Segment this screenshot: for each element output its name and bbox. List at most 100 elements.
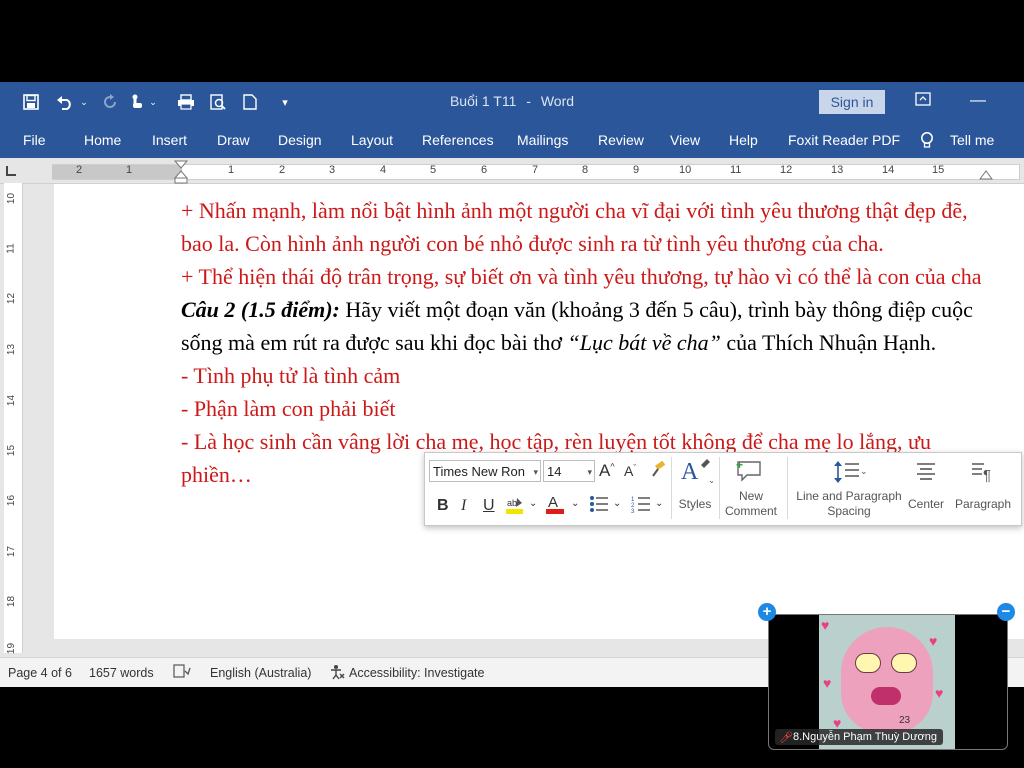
highlight-icon[interactable]: ab [505,495,525,520]
tab-help[interactable]: Help [729,132,758,148]
svg-text:A: A [681,459,699,485]
numbering-icon[interactable]: 123 [631,495,651,518]
vruler-mark: 16 [6,494,18,507]
paragraph-label[interactable]: Paragraph [951,497,1015,512]
tab-references[interactable]: References [422,132,494,148]
pink-panther-avatar [841,627,933,733]
document-paragraph[interactable]: + Thể hiện thái độ trân trọng, sự biết ơ… [181,260,1001,293]
styles-icon[interactable]: A ⌄ [679,457,716,492]
chevron-down-icon[interactable]: ⌄ [571,498,579,509]
answer-line[interactable]: - Tình phụ tử là tình cảm [181,359,1001,392]
underline-icon[interactable]: U [483,497,495,515]
ruler-mark: 1 [126,164,133,176]
ruler-mark: 9 [633,164,640,176]
video-tile[interactable]: ♥ ♥ ♥ ♥ ♥ 23 🎤︎ 8.Nguyễn Phạm Thuỳ Dương [768,614,1008,750]
ruler-mark: 15 [932,164,945,176]
font-name-value: Times New Ron [433,464,525,479]
horizontal-ruler: 2 1 1 2 3 4 5 6 7 8 9 10 11 12 13 14 15 [0,159,1024,184]
format-painter-icon[interactable] [649,460,667,484]
title-separator: - [526,93,531,109]
svg-text:⌄: ⌄ [708,475,713,485]
font-size-field[interactable]: 14 ▾ [543,460,595,482]
paragraph-icon[interactable]: ¶ [970,461,994,488]
document-body[interactable]: + Nhấn mạnh, làm nổi bật hình ảnh một ng… [181,194,1001,491]
participant-name: 8.Nguyễn Phạm Thuỳ Dương [793,731,938,743]
accessibility-status[interactable]: Accessibility: Investigate [349,666,484,680]
shrink-font-icon[interactable]: Aˇ [624,463,636,479]
expand-video-button[interactable]: + [758,603,776,621]
tab-draw[interactable]: Draw [217,132,250,148]
tab-view[interactable]: View [670,132,700,148]
participant-name-tag: 🎤︎ 8.Nguyễn Phạm Thuỳ Dương [775,729,944,745]
tab-mailings[interactable]: Mailings [517,132,568,148]
word-window: ⌄ ⌄ ▾ Buổi 1 T11 - Word Sign in — File H… [0,82,1024,687]
ruler-left-margin [52,165,182,179]
ribbon-display-options-icon[interactable] [911,90,935,112]
chevron-down-icon[interactable]: ⌄ [529,498,537,509]
chevron-down-icon: ▾ [533,467,538,477]
indent-marker-icon[interactable] [173,160,189,184]
tab-review[interactable]: Review [598,132,644,148]
title-bar: ⌄ ⌄ ▾ Buổi 1 T11 - Word Sign in — [0,82,1024,120]
tell-me-search[interactable]: Tell me [950,132,994,148]
vruler-mark: 13 [6,343,18,356]
collapse-video-button[interactable]: − [997,603,1015,621]
word-count[interactable]: 1657 words [89,666,154,680]
mini-toolbar: Times New Ron ▾ 14 ▾ A^ Aˇ B I U ab ⌄ A ⌄ … [424,452,1022,526]
tab-foxit-reader-pdf[interactable]: Foxit Reader PDF [788,132,900,148]
vruler-mark: 18 [6,595,18,608]
document-title: Buổi 1 T11 [449,93,517,109]
question-label: Câu 2 (1.5 điểm): [181,297,340,322]
ruler-mark: 2 [76,164,83,176]
center-align-icon[interactable] [915,461,937,486]
vruler-mark: 11 [5,243,17,254]
ruler-mark: 1 [228,164,235,176]
font-name-field[interactable]: Times New Ron ▾ [429,460,541,482]
right-indent-marker-icon[interactable] [979,169,993,181]
bold-icon[interactable]: B [437,497,449,515]
tab-design[interactable]: Design [278,132,322,148]
tab-layout[interactable]: Layout [351,132,393,148]
toolbar-separator [719,457,720,519]
new-comment-label-line1: New [738,489,763,503]
ruler-mark: 4 [380,164,387,176]
grow-font-icon[interactable]: A^ [599,461,615,481]
line-spacing-icon[interactable]: ⌄ [833,459,868,490]
answer-line[interactable]: - Phận làm con phải biết [181,392,1001,425]
vruler-mark: 12 [6,292,18,305]
toolbar-separator [671,457,672,519]
italic-icon[interactable]: I [461,497,466,515]
question-paragraph[interactable]: Câu 2 (1.5 điểm): Hãy viết một đoạn văn … [181,293,1001,359]
tab-file[interactable]: File [23,132,46,148]
font-color-icon[interactable]: A [545,493,565,520]
document-page[interactable]: + Nhấn mạnh, làm nổi bật hình ảnh một ng… [54,184,1024,639]
ruler-mark: 6 [481,164,488,176]
ruler-mark: 3 [329,164,336,176]
vruler-mark: 17 [6,545,18,558]
document-paragraph[interactable]: + Nhấn mạnh, làm nổi bật hình ảnh một ng… [181,194,1001,260]
vruler-mark: 15 [6,444,18,457]
sign-in-button[interactable]: Sign in [819,90,885,114]
ruler-mark: 14 [882,164,895,176]
heart-sticker: ♥ [823,675,832,691]
proofing-icon[interactable] [173,664,191,681]
new-comment-label[interactable]: New Comment [721,489,781,519]
bullets-icon[interactable] [589,495,609,518]
styles-label: Styles [678,497,712,511]
heart-sticker: ♥ [929,633,938,649]
chevron-down-icon[interactable]: ⌄ [655,498,663,509]
ruler-mark: 5 [430,164,437,176]
tab-home[interactable]: Home [84,132,121,148]
new-comment-icon[interactable]: + [735,458,763,488]
ruler-mark: 12 [780,164,793,176]
svg-text:ab: ab [507,498,517,508]
vertical-ruler: 10 11 12 13 14 15 16 17 18 19 [4,183,23,654]
page-count[interactable]: Page 4 of 6 [8,666,72,680]
chevron-down-icon[interactable]: ⌄ [613,498,621,509]
line-spacing-label[interactable]: Line and Paragraph Spacing [789,489,909,519]
tab-selector-icon[interactable] [6,166,16,176]
minimize-icon[interactable]: — [966,90,990,112]
center-label[interactable]: Center [905,497,947,512]
language-indicator[interactable]: English (Australia) [210,666,311,680]
tab-insert[interactable]: Insert [152,132,187,148]
